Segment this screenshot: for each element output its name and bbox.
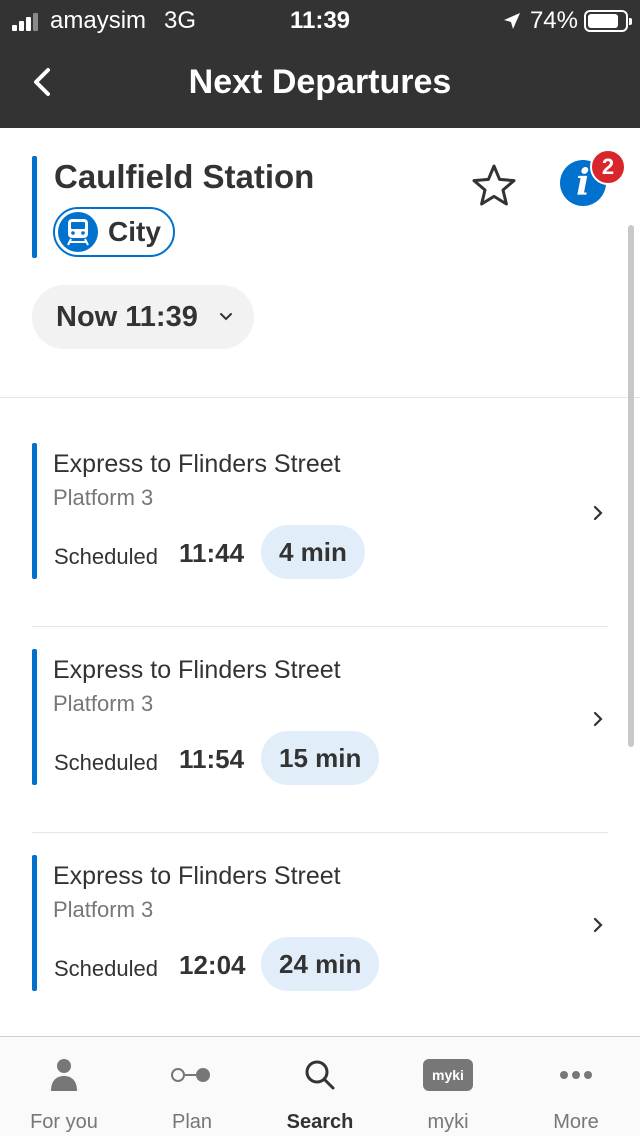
direction-label: City	[108, 216, 161, 247]
tab-label: Plan	[171, 1111, 213, 1133]
myki-card-icon: myki	[418, 1055, 478, 1095]
signal-icon	[12, 11, 40, 31]
departure-time: 12:04	[179, 950, 246, 980]
tab-plan[interactable]: Plan	[128, 1037, 256, 1136]
departure-time: 11:44	[179, 538, 245, 568]
departure-row[interactable]: Express to Flinders Street Platform 3 Sc…	[32, 627, 608, 833]
countdown-pill: 15 min	[261, 731, 380, 785]
status-bar: amaysim 3G 11:39 74%	[0, 0, 640, 40]
service-info-button[interactable]: i 2	[560, 149, 626, 208]
scheduled-label: Scheduled	[54, 544, 158, 569]
status-left: amaysim 3G	[12, 7, 196, 35]
departure-platform: Platform 3	[53, 485, 154, 510]
scheduled-label: Scheduled	[54, 750, 158, 775]
app-screen: amaysim 3G 11:39 74% Next Departures Cau…	[0, 0, 640, 1136]
accent-bar	[32, 443, 37, 579]
departure-destination: Express to Flinders Street	[53, 656, 341, 684]
accent-bar	[32, 156, 37, 258]
tab-bar: For you Plan Search myki myki More	[0, 1036, 640, 1136]
tab-more[interactable]: More	[512, 1037, 640, 1136]
departure-destination: Express to Flinders Street	[53, 450, 341, 478]
chevron-right-icon	[593, 917, 603, 933]
tab-label: Search	[286, 1111, 354, 1133]
time-picker-label: Now 11:39	[56, 300, 198, 333]
more-dots-icon	[546, 1055, 606, 1095]
chevron-left-icon	[34, 68, 50, 96]
stop-header: Caulfield Station City	[32, 156, 612, 258]
page-title: Next Departures	[188, 63, 452, 101]
tab-myki[interactable]: myki myki	[384, 1037, 512, 1136]
route-icon	[162, 1055, 222, 1095]
status-right: 74%	[502, 7, 632, 35]
search-icon	[290, 1055, 350, 1095]
departure-destination: Express to Flinders Street	[53, 862, 341, 890]
stop-name: Caulfield Station	[54, 158, 315, 195]
direction-chip[interactable]: City	[53, 207, 175, 257]
carrier-name: amaysim	[50, 7, 147, 34]
scrollbar[interactable]	[628, 225, 634, 747]
tab-label: myki	[427, 1111, 469, 1133]
accent-bar	[32, 855, 37, 991]
chevron-down-icon	[220, 313, 232, 321]
person-icon	[34, 1055, 94, 1095]
myki-chip-text: myki	[423, 1059, 473, 1091]
chevron-right-icon	[593, 505, 603, 521]
battery-percent: 74%	[529, 7, 578, 34]
countdown-pill: 4 min	[261, 525, 365, 579]
departure-platform: Platform 3	[53, 897, 154, 922]
departure-platform: Platform 3	[53, 691, 154, 716]
back-button[interactable]	[20, 60, 64, 104]
scheduled-label: Scheduled	[54, 956, 158, 981]
location-arrow-icon	[503, 13, 520, 29]
departure-row[interactable]: Express to Flinders Street Platform 3 Sc…	[32, 833, 608, 1039]
favourite-button[interactable]	[470, 162, 518, 210]
time-picker[interactable]: Now 11:39	[32, 285, 254, 349]
section-divider	[0, 397, 640, 398]
accent-bar	[32, 649, 37, 785]
departure-time: 11:54	[179, 744, 245, 774]
train-icon	[58, 212, 98, 252]
departure-row[interactable]: Express to Flinders Street Platform 3 Sc…	[32, 421, 608, 627]
battery-icon	[584, 10, 632, 32]
chevron-right-icon	[593, 711, 603, 727]
star-outline-icon	[472, 164, 516, 206]
tab-label: For you	[30, 1111, 98, 1133]
countdown-pill: 24 min	[261, 937, 380, 991]
tab-for-you[interactable]: For you	[0, 1037, 128, 1136]
navigation-bar: Next Departures	[0, 40, 640, 128]
notification-badge: 2	[590, 149, 626, 185]
tab-label: More	[553, 1111, 599, 1133]
network-type: 3G	[164, 7, 197, 34]
tab-search[interactable]: Search	[256, 1037, 384, 1136]
